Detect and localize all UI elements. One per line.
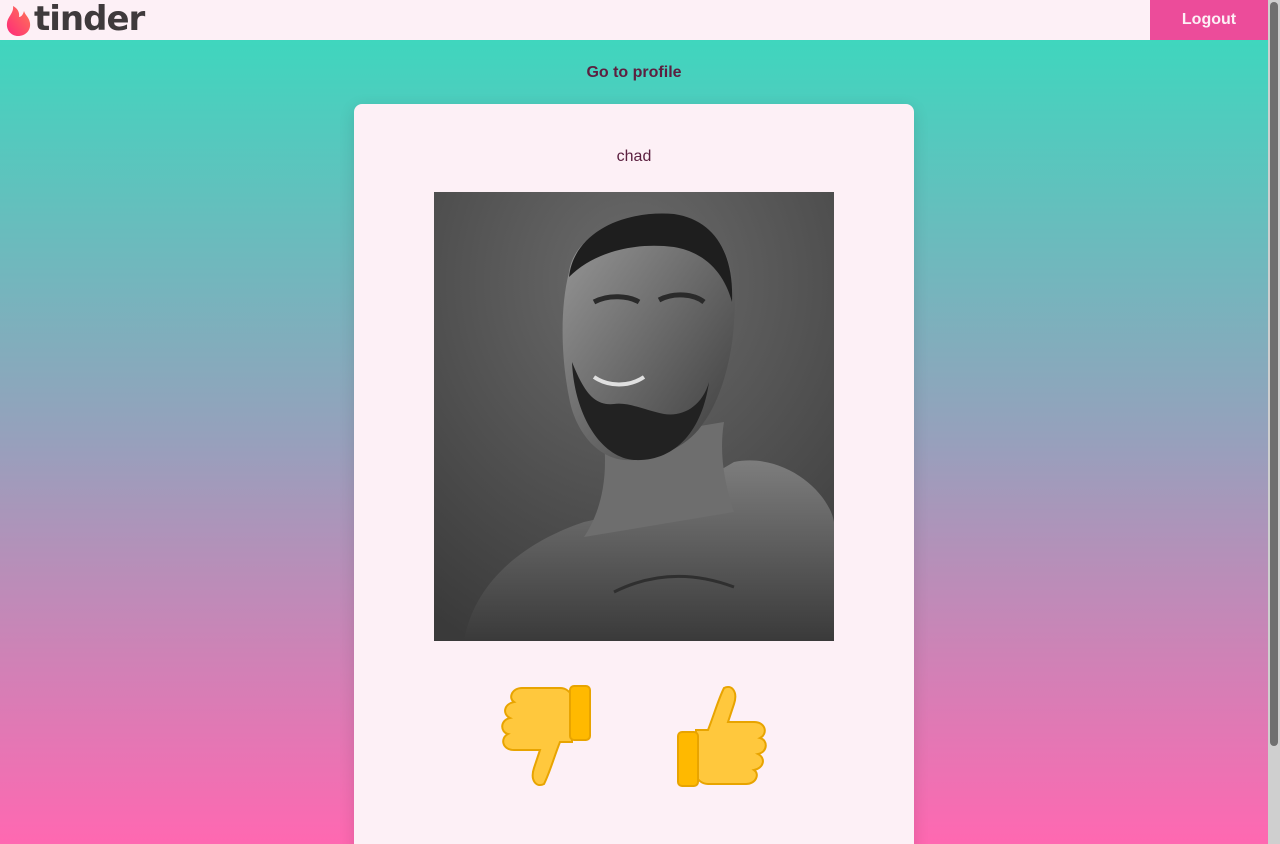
- logo-text: tinder: [34, 0, 145, 39]
- scrollbar-thumb[interactable]: [1270, 2, 1278, 746]
- like-button[interactable]: [666, 680, 776, 792]
- go-to-profile-link[interactable]: Go to profile: [0, 64, 1268, 82]
- profile-photo: [434, 192, 834, 641]
- logout-button[interactable]: Logout: [1150, 0, 1268, 40]
- dislike-button[interactable]: [492, 680, 602, 792]
- main-content: Go to profile chad: [0, 40, 1268, 844]
- vertical-scrollbar[interactable]: [1268, 0, 1280, 844]
- top-navbar: tinder Logout: [0, 0, 1268, 40]
- tinder-logo[interactable]: tinder: [4, 0, 145, 39]
- profile-name: chad: [616, 148, 652, 165]
- thumbs-down-icon: [501, 685, 591, 786]
- flame-icon: [6, 6, 31, 36]
- thumbs-up-icon: [677, 686, 767, 787]
- profile-card: chad: [354, 104, 914, 844]
- app-page: tinder Logout Go to profile chad: [0, 0, 1280, 844]
